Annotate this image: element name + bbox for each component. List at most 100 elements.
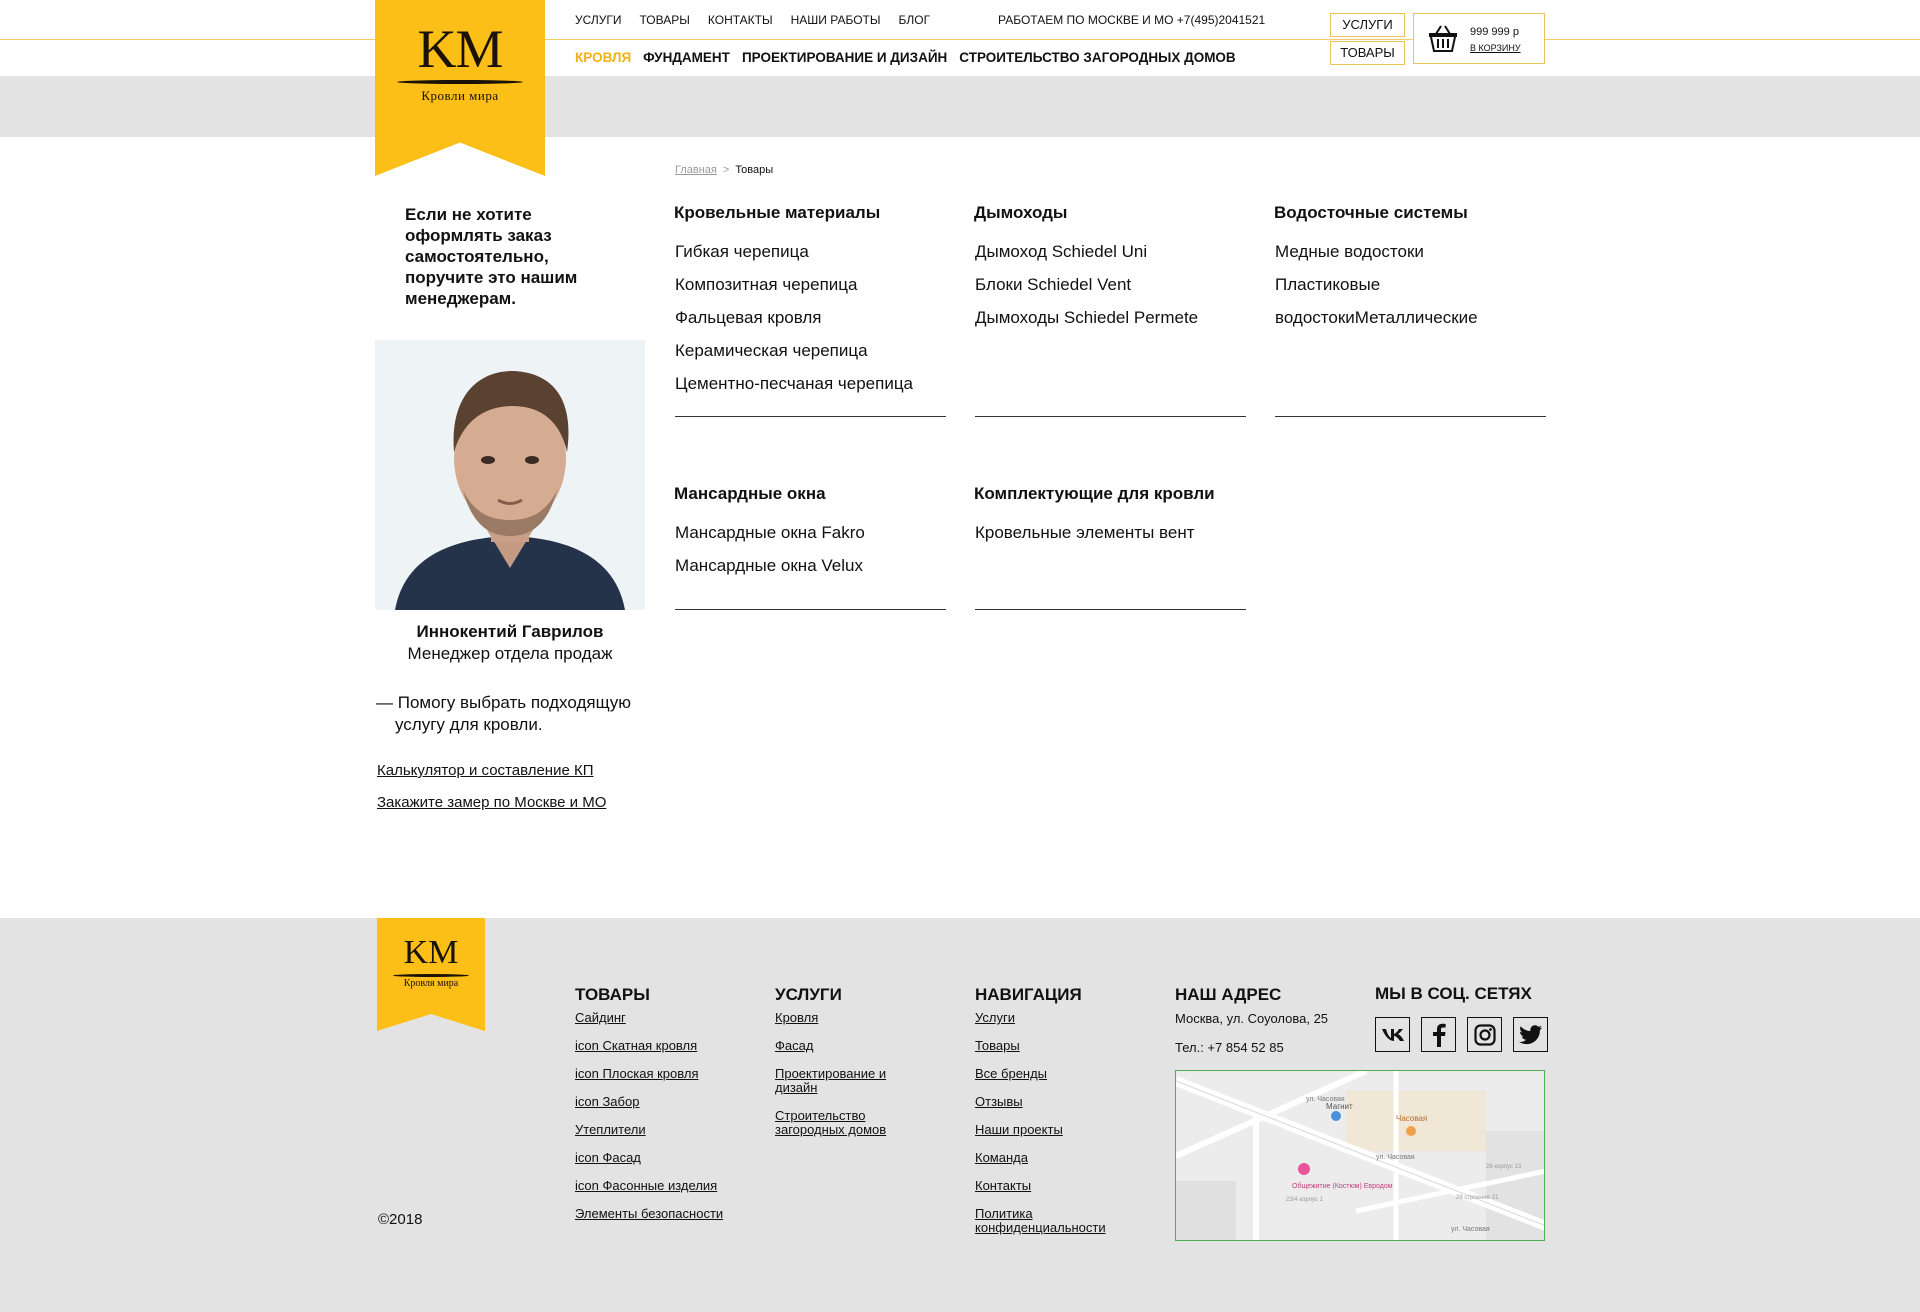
category-item[interactable]: водостокиМеталлические [1275,301,1546,334]
category-item[interactable]: Медные водостоки [1275,235,1546,268]
category-title[interactable]: Комплектующие для кровли [974,484,1246,508]
footer-column-address: Наш адрес Москва, ул. Соуолова, 25 Тел.:… [1175,985,1365,1069]
map-label: 23/4 корпус 1 [1286,1197,1324,1203]
footer-link[interactable]: icon Забор [575,1095,775,1109]
location-map[interactable]: Магнит Часовая Общежитие (Костюм) Евродо… [1175,1070,1545,1241]
category-item[interactable]: Кровельные элементы вент [975,516,1246,549]
footer-link[interactable]: Проектирование и дизайн [775,1067,925,1095]
footer-column-title: Навигация [975,985,1082,1004]
shop-pin-icon [1331,1111,1341,1121]
footer-link[interactable]: Утеплители [575,1123,775,1137]
breadcrumb-home[interactable]: Главная [675,164,717,176]
category-gutters: Водосточные системы Медные водостоки Пла… [1274,203,1546,417]
category-title[interactable]: Дымоходы [974,203,1246,227]
footer-link[interactable]: Команда [975,1151,1135,1165]
category-title[interactable]: Водосточные системы [1274,203,1546,227]
map-label: Общежитие (Костюм) Евродом [1292,1182,1393,1190]
footer-link[interactable]: icon Фасонные изделия [575,1179,775,1193]
main-nav-roofing[interactable]: Кровля [575,50,631,65]
cart-link[interactable]: в корзину [1470,43,1521,53]
footer-link[interactable]: Товары [975,1039,1135,1053]
category-divider [675,416,946,417]
main-nav: Кровля Фундамент Проектирование и дизайн… [575,50,1236,65]
social-links [1375,1017,1548,1052]
footer-logo-mark: KM [403,934,459,971]
category-divider [975,609,1246,610]
cart-total: 999 999 р [1470,26,1519,38]
services-button[interactable]: Услуги [1330,13,1405,37]
work-area-phone: Работаем по Москве и МО +7(495)2041521 [998,13,1266,27]
category-item[interactable]: Гибкая черепица [675,235,946,268]
category-divider [1275,416,1546,417]
footer-link[interactable]: Строительство загородных домов [775,1109,925,1137]
category-item[interactable]: Композитная черепица [675,268,946,301]
goods-button[interactable]: Товары [1330,41,1405,65]
site-logo[interactable]: KM Кровли мира [375,0,545,176]
cart-widget[interactable]: 999 999 р в корзину [1413,13,1545,64]
hostel-pin-icon [1298,1163,1310,1175]
header-divider [0,39,1920,40]
main-nav-design[interactable]: Проектирование и дизайн [742,50,947,65]
category-item[interactable]: Мансардные окна Velux [675,549,946,582]
footer-logo[interactable]: KM Кровля мира [377,918,485,1031]
top-nav: Услуги Товары Контакты Наши работы Блог [575,13,930,27]
footer-link[interactable]: Элементы безопасности [575,1207,775,1221]
instagram-icon[interactable] [1467,1017,1502,1052]
footer-column-services: Услуги Кровля Фасад Проектирование и диз… [775,985,925,1151]
main-nav-foundation[interactable]: Фундамент [643,50,730,65]
footer-link[interactable]: Услуги [975,1011,1135,1025]
logo-brand-name: Кровли мира [421,88,499,103]
footer-link[interactable]: Наши проекты [975,1123,1135,1137]
measure-order-link[interactable]: Закажите замер по Москве и МО [377,794,606,811]
category-item[interactable]: Мансардные окна Fakro [675,516,946,549]
logo-mark: KM [417,19,503,79]
footer-link[interactable]: Фасад [775,1039,925,1053]
category-title[interactable]: Кровельные материалы [674,203,946,227]
top-nav-services[interactable]: Услуги [575,13,622,27]
category-item[interactable]: Керамическая черепица [675,334,946,367]
footer-column-goods: Товары Сайдинг icon Скатная кровля icon … [575,985,775,1235]
footer [0,918,1920,1312]
main-nav-country-houses[interactable]: Строительство загородных домов [959,50,1235,65]
manager-photo [375,340,645,610]
basket-icon [1428,24,1458,57]
category-item[interactable]: Пластиковые [1275,268,1546,301]
category-roof-windows: Мансардные окна Мансардные окна Fakro Ма… [674,484,946,610]
footer-link[interactable]: icon Плоская кровля [575,1067,775,1081]
footer-column-title: Мы в соц. сетях [1375,984,1532,1003]
footer-link[interactable]: Сайдинг [575,1011,775,1025]
footer-link[interactable]: Отзывы [975,1095,1135,1109]
header-banner-strip [0,76,1920,137]
calculator-link[interactable]: Калькулятор и составление КП [377,762,594,779]
footer-link[interactable]: Все бренды [975,1067,1135,1081]
footer-link[interactable]: Кровля [775,1011,925,1025]
map-label: ул. Часовая [1451,1226,1490,1233]
category-item[interactable]: Блоки Schiedel Vent [975,268,1246,301]
category-item[interactable]: Дымоходы Schiedel Permete [975,301,1246,334]
footer-link[interactable]: icon Фасад [575,1151,775,1165]
clock-pin-icon [1406,1126,1416,1136]
footer-link[interactable]: Контакты [975,1179,1135,1193]
top-nav-contacts[interactable]: Контакты [708,13,773,27]
category-title[interactable]: Мансардные окна [674,484,946,508]
footer-column-title: Товары [575,985,650,1004]
footer-link[interactable]: Политика конфиденциальности [975,1207,1135,1235]
category-item[interactable]: Фальцевая кровля [675,301,946,334]
footer-logo-brand: Кровля мира [403,978,459,989]
category-item[interactable]: Дымоход Schiedel Uni [975,235,1246,268]
category-item[interactable]: Цементно-песчаная черепица [675,367,946,400]
top-nav-blog[interactable]: Блог [898,13,930,27]
footer-column-title: Наш адрес [1175,985,1282,1004]
copyright: ©2018 [378,1211,423,1228]
category-divider [675,609,946,610]
twitter-icon[interactable] [1513,1017,1548,1052]
footer-link[interactable]: icon Скатная кровля [575,1039,775,1053]
logo-roof-swoosh [397,80,523,84]
manager-name: Иннокентий Гаврилов [416,622,604,641]
top-nav-goods[interactable]: Товары [640,13,690,27]
top-nav-works[interactable]: Наши работы [791,13,881,27]
map-label: Магнит [1326,1102,1353,1111]
facebook-icon[interactable] [1421,1017,1456,1052]
vk-icon[interactable] [1375,1017,1410,1052]
manager-promo-text: Если не хотите оформлять заказ самостоят… [405,205,578,308]
